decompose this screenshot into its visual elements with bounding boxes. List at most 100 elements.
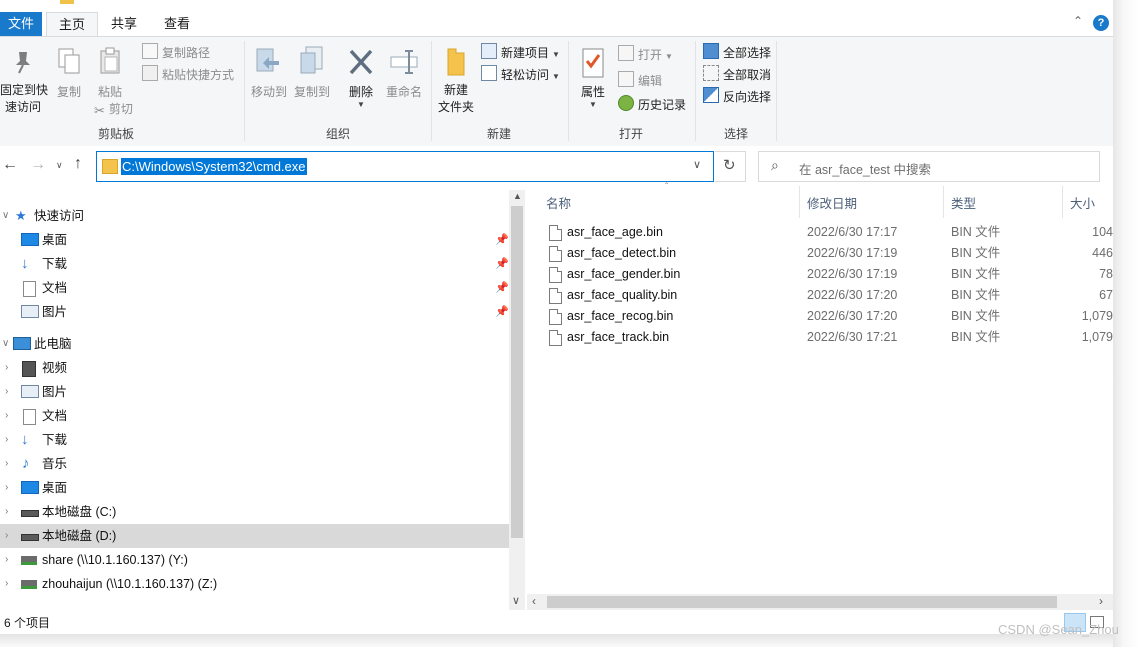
select-none-button[interactable]: 全部取消 — [703, 65, 771, 85]
invert-selection-button[interactable]: 反向选择 — [703, 87, 771, 107]
pin-icon[interactable]: 📌 — [495, 276, 509, 300]
new-item-button[interactable]: 新建项目 ▼ — [481, 43, 560, 63]
collapsed-chevron-icon[interactable]: › — [5, 380, 15, 404]
collapse-ribbon-icon[interactable]: ⌃ — [1073, 14, 1083, 28]
paste-button[interactable]: 粘贴 — [92, 47, 128, 101]
collapsed-chevron-icon[interactable]: › — [5, 524, 15, 548]
tree-pc-downloads[interactable]: › ↓ 下载 — [0, 428, 509, 452]
easy-access-button[interactable]: 轻松访问 ▼ — [481, 65, 560, 85]
expanded-chevron-icon[interactable]: ∨ — [2, 332, 12, 356]
watermark: CSDN @Sean_Zhou — [998, 622, 1119, 637]
scrollbar-thumb[interactable] — [547, 596, 1057, 608]
collapsed-chevron-icon[interactable]: › — [5, 476, 15, 500]
column-divider[interactable] — [1062, 186, 1063, 218]
collapsed-chevron-icon[interactable]: › — [5, 452, 15, 476]
collapsed-chevron-icon[interactable]: › — [5, 572, 15, 596]
move-to-label: 移动到 — [250, 85, 287, 99]
open-button[interactable]: 打开 ▼ — [618, 45, 673, 65]
address-dropdown-icon[interactable]: ∨ — [693, 158, 701, 171]
file-date: 2022/6/30 17:17 — [807, 225, 898, 239]
scroll-left-arrow-icon[interactable]: ‹ — [532, 594, 536, 608]
desktop-icon — [21, 481, 39, 494]
tree-label: share (\\10.1.160.137) (Y:) — [42, 553, 188, 567]
tree-pc-network-y[interactable]: › share (\\10.1.160.137) (Y:) — [0, 548, 509, 572]
pin-icon[interactable]: 📌 — [495, 228, 509, 252]
history-button[interactable]: 历史记录 — [618, 95, 686, 115]
new-item-dropdown-icon: ▼ — [552, 50, 560, 59]
column-header-name[interactable]: 名称 — [546, 193, 571, 212]
column-header-size[interactable]: 大小 — [1070, 193, 1095, 212]
file-row[interactable]: asr_face_detect.bin 2022/6/30 17:19 BIN … — [527, 243, 1113, 264]
file-row[interactable]: asr_face_age.bin 2022/6/30 17:17 BIN 文件 … — [527, 222, 1113, 243]
scrollbar-thumb[interactable] — [511, 206, 523, 538]
delete-dropdown-icon[interactable]: ▼ — [343, 101, 379, 109]
help-icon[interactable]: ? — [1093, 15, 1109, 31]
tab-home[interactable]: 主页 — [46, 12, 98, 38]
tree-pc-pictures[interactable]: › 图片 — [0, 380, 509, 404]
file-row[interactable]: asr_face_recog.bin 2022/6/30 17:20 BIN 文… — [527, 306, 1113, 327]
tree-quick-desktop[interactable]: 桌面 📌 — [0, 228, 509, 252]
properties-button[interactable]: 属性 ▼ — [574, 47, 612, 109]
copy-path-button[interactable]: 复制路径 — [142, 43, 210, 63]
up-arrow-icon[interactable]: ↑ — [74, 155, 82, 173]
scroll-up-arrow-icon[interactable]: ▲ — [513, 191, 522, 201]
edit-button[interactable]: 编辑 — [618, 71, 662, 91]
tree-pc-network-z[interactable]: › zhouhaijun (\\10.1.160.137) (Z:) — [0, 572, 509, 596]
scroll-right-arrow-icon[interactable]: › — [1099, 594, 1103, 608]
column-header-type[interactable]: 类型 — [951, 193, 976, 212]
move-to-button[interactable]: 移动到 — [249, 47, 289, 101]
collapsed-chevron-icon[interactable]: › — [5, 356, 15, 380]
collapsed-chevron-icon[interactable]: › — [5, 548, 15, 572]
collapsed-chevron-icon[interactable]: › — [5, 428, 15, 452]
tree-quick-access[interactable]: ∨ ★ 快速访问 — [0, 204, 509, 228]
pin-icon[interactable]: 📌 — [495, 300, 509, 324]
tree-quick-downloads[interactable]: ↓ 下载 📌 — [0, 252, 509, 276]
file-row[interactable]: asr_face_track.bin 2022/6/30 17:21 BIN 文… — [527, 327, 1113, 348]
tab-view[interactable]: 查看 — [152, 12, 202, 36]
rename-label: 重命名 — [385, 85, 422, 99]
scroll-down-arrow-icon[interactable]: ∨ — [512, 594, 520, 607]
tree-pc-documents[interactable]: › 文档 — [0, 404, 509, 428]
delete-button[interactable]: 删除 ▼ — [343, 47, 379, 109]
search-box[interactable]: ⌕ 在 asr_face_test 中搜索 — [758, 151, 1100, 182]
tree-pc-music[interactable]: › ♪ 音乐 — [0, 452, 509, 476]
tree-this-pc[interactable]: ∨ 此电脑 — [0, 332, 509, 356]
file-row[interactable]: asr_face_quality.bin 2022/6/30 17:20 BIN… — [527, 285, 1113, 306]
tree-pc-desktop[interactable]: › 桌面 — [0, 476, 509, 500]
rename-button[interactable]: 重命名 — [383, 47, 425, 101]
recent-locations-chevron-icon[interactable]: ∨ — [56, 160, 63, 171]
column-header-date[interactable]: 修改日期 — [807, 193, 857, 212]
file-row[interactable]: asr_face_gender.bin 2022/6/30 17:19 BIN … — [527, 264, 1113, 285]
refresh-button[interactable]: ↻ — [715, 151, 746, 182]
scissors-icon: ✂ — [94, 103, 105, 118]
select-all-button[interactable]: 全部选择 — [703, 43, 771, 63]
collapsed-chevron-icon[interactable]: › — [5, 404, 15, 428]
collapsed-chevron-icon[interactable]: › — [5, 500, 15, 524]
column-divider[interactable] — [799, 186, 800, 218]
copy-button[interactable]: 复制 — [52, 47, 86, 101]
navpane-vertical-scrollbar[interactable]: ▲ ∨ — [509, 190, 525, 610]
file-list-horizontal-scrollbar[interactable]: ‹ › — [527, 594, 1113, 610]
cut-button[interactable]: ✂ 剪切 — [94, 99, 133, 119]
paste-shortcut-button[interactable]: 粘贴快捷方式 — [142, 65, 234, 85]
properties-dropdown-icon[interactable]: ▼ — [574, 101, 612, 109]
tree-pc-videos[interactable]: › 视频 — [0, 356, 509, 380]
pin-quick-access-button[interactable]: 固定到快 速访问 — [0, 49, 48, 116]
tab-file[interactable]: 文件 — [0, 12, 42, 36]
tree-quick-pictures[interactable]: 图片 📌 — [0, 300, 509, 324]
new-folder-button[interactable]: 新建 文件夹 — [435, 47, 477, 116]
address-bar[interactable]: C:\Windows\System32\cmd.exe ∨ — [96, 151, 714, 182]
copy-to-button[interactable]: 复制到 — [292, 45, 332, 101]
pin-icon[interactable]: 📌 — [495, 252, 509, 276]
tree-pc-drive-d[interactable]: › 本地磁盘 (D:) — [0, 524, 509, 548]
tree-quick-documents[interactable]: 文档 📌 — [0, 276, 509, 300]
back-arrow-icon[interactable]: ← — [2, 156, 18, 174]
column-divider[interactable] — [943, 186, 944, 218]
tab-share[interactable]: 共享 — [100, 12, 148, 36]
expanded-chevron-icon[interactable]: ∨ — [2, 204, 12, 228]
file-type: BIN 文件 — [951, 288, 1001, 302]
address-path[interactable]: C:\Windows\System32\cmd.exe — [121, 158, 307, 175]
item-count: 6 个项目 — [4, 616, 51, 630]
tree-pc-drive-c[interactable]: › 本地磁盘 (C:) — [0, 500, 509, 524]
forward-arrow-icon[interactable]: → — [30, 156, 46, 174]
